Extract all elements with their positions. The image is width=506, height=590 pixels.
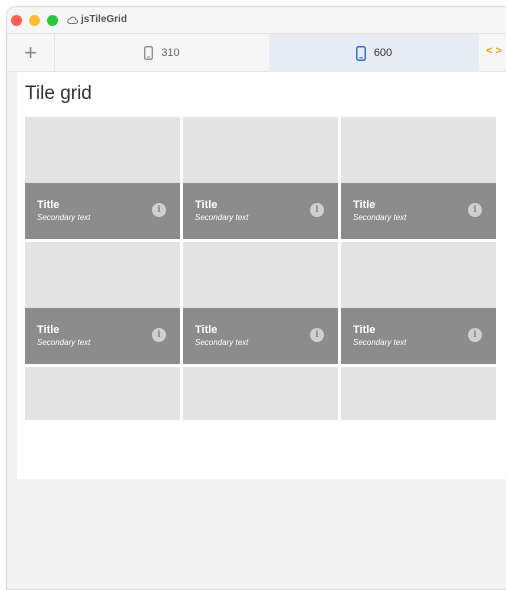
tile-subtitle: Secondary text — [37, 213, 91, 222]
tile-grid: Title Secondary text i Title Secondary t… — [25, 117, 498, 420]
tile-title-bar: Title Secondary text i — [25, 308, 180, 364]
tile-title: Title — [37, 324, 60, 336]
info-icon[interactable]: i — [468, 328, 482, 342]
tile-title-bar: Title Secondary text i — [341, 308, 496, 364]
info-icon[interactable]: i — [310, 328, 324, 342]
phone-icon — [144, 46, 154, 60]
tile-subtitle: Secondary text — [195, 338, 249, 347]
grid-tile[interactable] — [341, 367, 496, 420]
tile-title-bar: Title Secondary text i — [341, 183, 496, 239]
tile-title-bar: Title Secondary text i — [183, 183, 338, 239]
tab-bar: + 310 × 600 < > — [7, 34, 506, 72]
tile-subtitle: Secondary text — [195, 213, 249, 222]
tab-310[interactable]: 310 — [55, 34, 269, 72]
tile-title-bar: Title Secondary text i — [25, 183, 180, 239]
minimize-window-button[interactable] — [29, 15, 40, 26]
code-view-icon[interactable]: < > — [486, 45, 502, 57]
cloud-icon — [67, 16, 78, 24]
grid-tile[interactable]: Title Secondary text i — [183, 117, 338, 239]
tile-title: Title — [353, 199, 376, 211]
info-icon[interactable]: i — [310, 203, 324, 217]
info-icon[interactable]: i — [468, 203, 482, 217]
tile-title: Title — [37, 199, 60, 211]
tab-label: 600 — [373, 47, 393, 59]
tile-title: Title — [353, 324, 376, 336]
app-window: jsTileGrid + 310 × 600 < > Tile grid Tit… — [6, 6, 506, 590]
app-title-text: jsTileGrid — [81, 14, 127, 25]
page-title: Tile grid — [25, 83, 92, 104]
info-icon[interactable]: i — [152, 328, 166, 342]
tile-title: Title — [195, 199, 218, 211]
phone-icon — [355, 45, 366, 61]
grid-tile[interactable] — [25, 367, 180, 420]
tab-600[interactable]: 600 — [269, 34, 479, 72]
grid-tile[interactable]: Title Secondary text i — [25, 242, 180, 364]
tile-title: Title — [195, 324, 218, 336]
close-window-button[interactable] — [11, 15, 22, 26]
maximize-window-button[interactable] — [47, 15, 58, 26]
add-tab-button[interactable]: + — [7, 34, 55, 72]
grid-tile[interactable]: Title Secondary text i — [341, 117, 496, 239]
tile-subtitle: Secondary text — [37, 338, 91, 347]
preview-content: Tile grid Title Secondary text i Title S… — [17, 72, 506, 479]
grid-tile[interactable]: Title Secondary text i — [25, 117, 180, 239]
info-icon[interactable]: i — [152, 203, 166, 217]
grid-tile[interactable] — [183, 367, 338, 420]
grid-tile[interactable]: Title Secondary text i — [341, 242, 496, 364]
tile-subtitle: Secondary text — [353, 213, 407, 222]
grid-tile[interactable]: Title Secondary text i — [183, 242, 338, 364]
tile-title-bar: Title Secondary text i — [183, 308, 338, 364]
tab-label: 310 — [161, 47, 180, 59]
app-title: jsTileGrid — [67, 14, 127, 25]
title-bar: jsTileGrid — [7, 7, 506, 34]
tile-subtitle: Secondary text — [353, 338, 407, 347]
